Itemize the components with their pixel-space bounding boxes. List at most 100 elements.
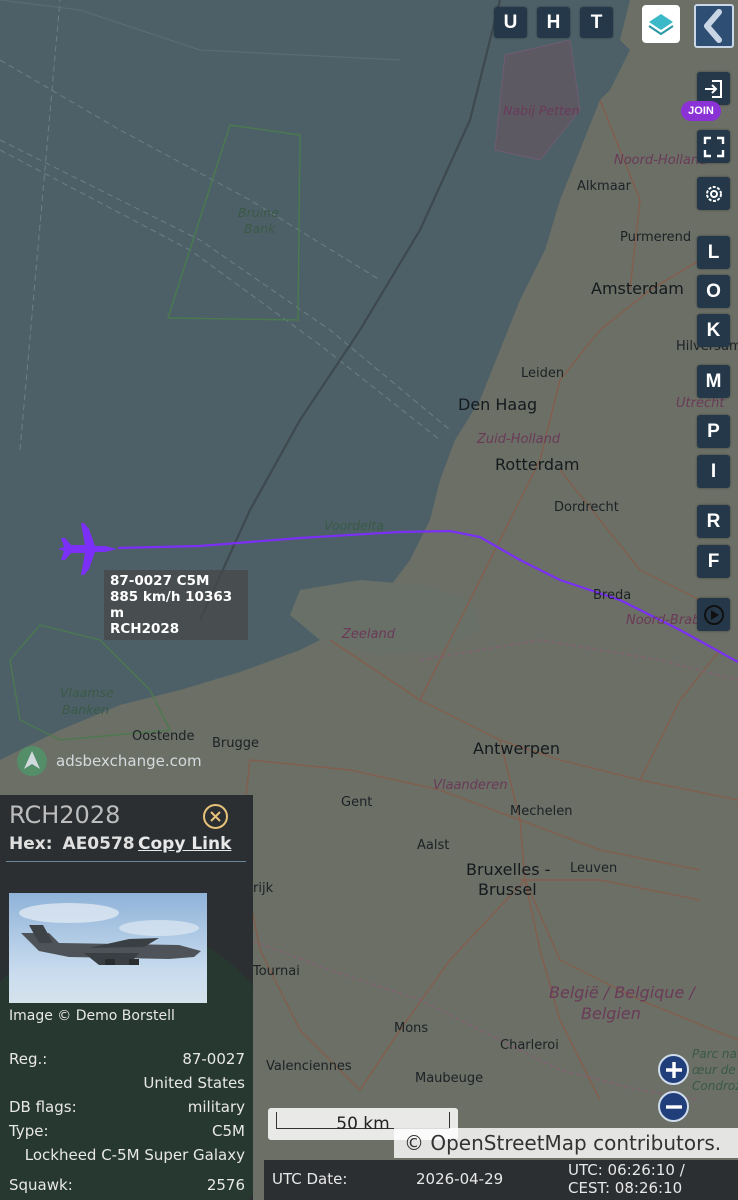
adsbexchange-logo-icon — [17, 746, 47, 776]
squawk-label: Squawk: — [9, 1176, 73, 1194]
squawk-value: 2576 — [206, 1176, 245, 1194]
map-label-belgie: België / Belgique / — [549, 983, 696, 1002]
utc-date-value: 2026-04-29 — [416, 1170, 504, 1188]
toolbar-button-f[interactable]: F — [697, 545, 730, 578]
zoom-in-button[interactable] — [658, 1054, 689, 1085]
close-icon — [210, 811, 221, 822]
chevron-left-icon — [704, 9, 722, 43]
login-icon — [704, 79, 722, 98]
type-label: Type: — [9, 1122, 49, 1140]
toolbar-button-o[interactable]: O — [697, 275, 730, 308]
aircraft-label-speed-alt: 885 km/h 10363 m — [110, 589, 233, 621]
close-panel-button[interactable] — [203, 804, 228, 829]
map-label-dordrecht: Dordrecht — [554, 500, 619, 515]
dbflags-value: military — [187, 1098, 245, 1116]
aircraft-label-callsign: RCH2028 — [110, 621, 180, 637]
replay-button[interactable] — [697, 598, 730, 631]
map-label-bank: Bank — [244, 221, 276, 236]
panel-divider — [6, 861, 246, 862]
map-label-oostende: Oostende — [132, 729, 195, 744]
aircraft-label[interactable]: 87-0027 C5M 885 km/h 10363 m RCH2028 — [104, 570, 248, 640]
map-label-utrecht: Utrecht — [676, 396, 725, 411]
map-label-leuven: Leuven — [570, 861, 617, 876]
map-label-purmerend: Purmerend — [620, 230, 691, 245]
map-label-bruine: Bruine — [238, 205, 279, 220]
type-value: C5M — [212, 1122, 245, 1140]
map-label-leiden: Leiden — [521, 366, 564, 381]
map-label-vlaamse: Vlaamse — [60, 685, 114, 700]
hex-field: Hex: AE0578 — [9, 834, 135, 854]
reg-label: Reg.: — [9, 1050, 48, 1068]
country-value: United States — [143, 1074, 245, 1092]
map-label-rijk: rijk — [253, 881, 274, 896]
osm-attribution[interactable]: © OpenStreetMap contributors. — [394, 1128, 738, 1158]
map-label-aalst: Aalst — [417, 838, 449, 853]
hex-label: Hex: — [9, 834, 53, 854]
collapse-sidebar-button[interactable] — [694, 4, 734, 48]
replay-icon — [703, 604, 724, 625]
map-label-banken: Banken — [62, 702, 109, 717]
hex-value: AE0578 — [62, 834, 135, 854]
toolbar-button-u[interactable]: U — [494, 7, 527, 38]
watermark-text: adsbexchange.com — [56, 752, 202, 770]
toolbar-button-l[interactable]: L — [697, 236, 730, 269]
toolbar-button-k[interactable]: K — [697, 314, 730, 347]
type-description: Lockheed C-5M Super Galaxy — [24, 1146, 245, 1164]
utc-time: UTC: 06:26:10 / — [568, 1161, 685, 1179]
map-label-charleroi: Charleroi — [500, 1038, 559, 1053]
toolbar-button-h[interactable]: H — [537, 7, 570, 38]
layers-icon — [648, 14, 674, 36]
map-label-antwerpen: Antwerpen — [473, 739, 560, 758]
plus-icon — [665, 1061, 682, 1078]
map-label-brussel: Brussel — [478, 880, 537, 899]
image-credit: Image © Demo Borstell — [9, 1008, 175, 1024]
map-label-gent: Gent — [341, 795, 372, 810]
adsbexchange-watermark: adsbexchange.com — [16, 745, 202, 777]
layers-button[interactable] — [642, 5, 680, 43]
panel-callsign: RCH2028 — [9, 801, 121, 829]
map-label-vlaanderen: Vlaanderen — [433, 778, 508, 793]
dbflags-label: DB flags: — [9, 1098, 77, 1116]
map-label-amsterdam: Amsterdam — [591, 279, 684, 298]
time-footer: UTC Date: 2026-04-29 UTC: 06:26:10 / CES… — [264, 1160, 738, 1200]
map-label-bruxelles: Bruxelles - — [466, 860, 550, 879]
map-label-parc-naturel: Parc naturel — [692, 1047, 738, 1061]
gear-icon — [705, 185, 722, 202]
fullscreen-button[interactable] — [697, 130, 730, 163]
utc-date-label: UTC Date: — [272, 1170, 348, 1188]
map-label-voordelta: Voordelta — [324, 518, 384, 533]
time-readout: UTC: 06:26:10 / CEST: 08:26:10 — [568, 1161, 685, 1197]
aircraft-label-reg-type: 87-0027 C5M — [110, 573, 210, 589]
map-label-zeeland: Zeeland — [341, 627, 396, 642]
map-label-brugge: Brugge — [212, 736, 259, 751]
map-label-condroz: Condroz — [692, 1079, 738, 1093]
toolbar-button-r[interactable]: R — [697, 505, 730, 538]
aircraft-info-panel: RCH2028 Hex: AE0578 Copy Link Image © Dem… — [0, 795, 253, 1200]
toolbar-button-m[interactable]: M — [697, 365, 730, 398]
aircraft-photo[interactable] — [9, 893, 207, 1003]
map-label-den-haag: Den Haag — [458, 395, 537, 414]
map-label-alkmaar: Alkmaar — [577, 179, 632, 194]
map-label-zuid-holland: Zuid-Holland — [476, 432, 561, 447]
map-label-coeur-de: œur de — [692, 1063, 736, 1077]
cest-time: CEST: 08:26:10 — [568, 1179, 683, 1197]
toolbar-button-i[interactable]: I — [697, 455, 730, 488]
map-label-maubeuge: Maubeuge — [415, 1071, 483, 1086]
toolbar-button-t[interactable]: T — [580, 7, 613, 38]
fullscreen-icon — [703, 136, 724, 157]
map-label-breda: Breda — [593, 588, 631, 603]
copy-link[interactable]: Copy Link — [138, 834, 231, 854]
map-label-rotterdam: Rotterdam — [495, 455, 579, 474]
toolbar-button-p[interactable]: P — [697, 415, 730, 448]
zoom-out-button[interactable] — [658, 1091, 689, 1122]
map-label-noord-holland: Noord-Holland — [614, 153, 708, 168]
join-badge[interactable]: JOIN — [681, 101, 721, 121]
map-label-mons: Mons — [394, 1021, 428, 1036]
aircraft-photo-image — [19, 903, 201, 965]
reg-value: 87-0027 — [182, 1050, 245, 1068]
minus-icon — [665, 1104, 682, 1109]
map-label-tournai: Tournai — [252, 964, 300, 979]
settings-button[interactable] — [697, 177, 730, 210]
map-label-nabij-petten: Nabij Petten — [503, 103, 580, 118]
map-label-belgien: Belgien — [581, 1004, 641, 1023]
